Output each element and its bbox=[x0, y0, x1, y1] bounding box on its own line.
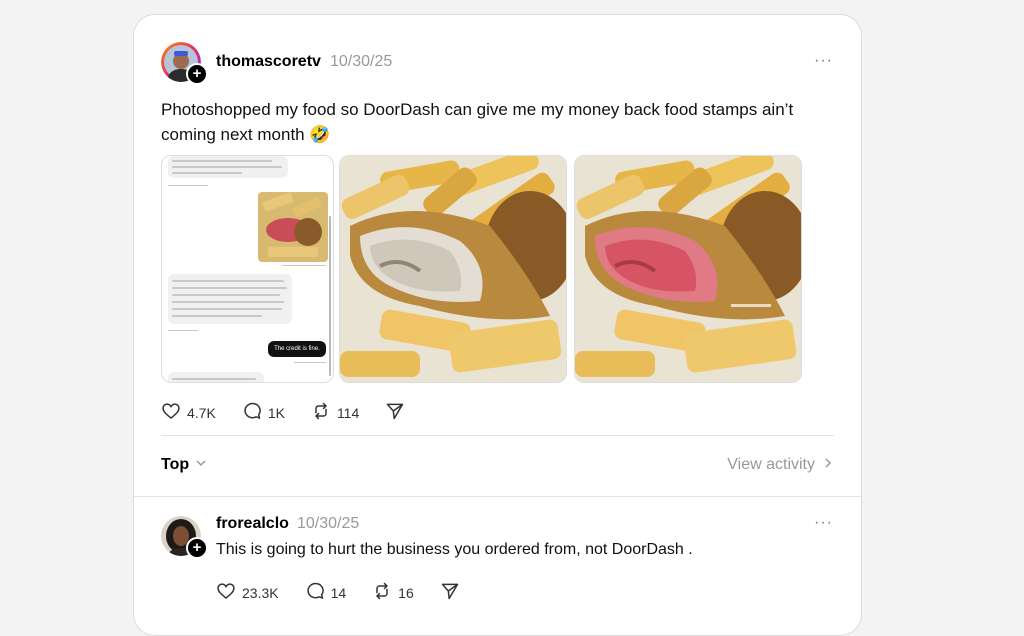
chat-bubble-sent: The credit is fine. bbox=[268, 341, 326, 357]
divider bbox=[134, 496, 861, 497]
heart-icon bbox=[216, 581, 242, 604]
reply-actions: 23.3K 14 16 bbox=[216, 581, 492, 604]
follow-plus-icon[interactable]: + bbox=[186, 63, 208, 85]
more-options-icon[interactable]: ··· bbox=[814, 52, 833, 70]
post-image-original-food[interactable] bbox=[339, 155, 567, 383]
view-activity-label: View activity bbox=[727, 456, 815, 473]
post-date[interactable]: 10/30/25 bbox=[330, 53, 392, 71]
share-button[interactable] bbox=[385, 401, 411, 424]
reply-date[interactable]: 10/30/25 bbox=[297, 515, 359, 533]
like-button[interactable]: 4.7K bbox=[161, 401, 216, 424]
sort-dropdown[interactable]: Top bbox=[161, 456, 207, 474]
post-card: + thomascoretv 10/30/25 ··· Photoshopped… bbox=[133, 14, 862, 636]
post-image-edited-food[interactable] bbox=[574, 155, 802, 383]
reply-comment-count: 14 bbox=[330, 584, 347, 601]
post-actions: 4.7K 1K 114 bbox=[161, 401, 437, 424]
chevron-right-icon bbox=[823, 456, 833, 474]
divider bbox=[161, 435, 834, 436]
view-activity-link[interactable]: View activity bbox=[727, 456, 833, 474]
comment-button[interactable]: 1K bbox=[242, 401, 285, 424]
scrollbar bbox=[329, 216, 331, 376]
comment-icon bbox=[305, 581, 331, 604]
reply-more-options-icon[interactable]: ··· bbox=[814, 514, 833, 532]
post-image-chat-screenshot[interactable]: The credit is fine. bbox=[161, 155, 334, 383]
reply-like-count: 23.3K bbox=[242, 584, 279, 601]
comment-icon bbox=[242, 401, 268, 424]
reply-repost-count: 16 bbox=[398, 584, 414, 601]
reply-repost-button[interactable]: 16 bbox=[372, 581, 414, 604]
heart-icon bbox=[161, 401, 187, 424]
send-icon bbox=[440, 581, 466, 604]
repost-count: 114 bbox=[336, 404, 360, 421]
chat-thumbnail-image bbox=[258, 192, 328, 262]
send-icon bbox=[385, 401, 411, 424]
like-count: 4.7K bbox=[187, 404, 216, 421]
follow-plus-icon[interactable]: + bbox=[186, 537, 208, 559]
repost-icon bbox=[311, 401, 337, 424]
reply-text: This is going to hurt the business you o… bbox=[216, 541, 693, 558]
sort-label: Top bbox=[161, 456, 190, 473]
repost-icon bbox=[372, 581, 398, 604]
reply-username[interactable]: frorealclo bbox=[216, 515, 289, 533]
reply-like-button[interactable]: 23.3K bbox=[216, 581, 279, 604]
comment-count: 1K bbox=[267, 404, 285, 421]
repost-button[interactable]: 114 bbox=[311, 401, 359, 424]
reply-share-button[interactable] bbox=[440, 581, 466, 604]
reply-comment-button[interactable]: 14 bbox=[305, 581, 347, 604]
author-username[interactable]: thomascoretv bbox=[216, 53, 321, 71]
post-text: Photoshopped my food so DoorDash can giv… bbox=[161, 100, 794, 144]
chevron-down-icon bbox=[195, 456, 207, 474]
